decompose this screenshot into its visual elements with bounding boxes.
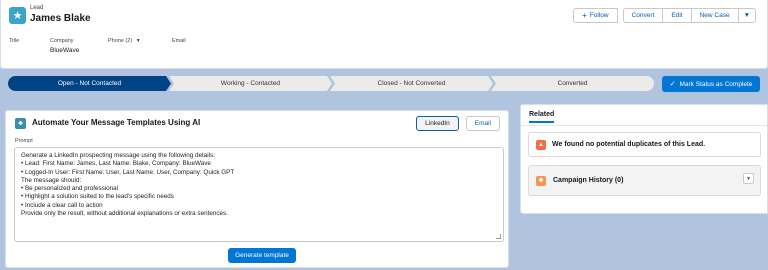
prompt-line: • Highlight a solution suited to the lea… [21, 193, 174, 201]
header-actions: + Follow Convert Edit New Case ▼ [573, 8, 756, 23]
ai-template-card: ♣ Automate Your Message Templates Using … [5, 110, 509, 268]
phone-label-text: Phone (2) [108, 38, 133, 44]
field-phone-label[interactable]: Phone (2) ▼ [108, 38, 141, 44]
record-header: ★ Lead James Blake + Follow Convert Edit… [0, 0, 768, 69]
duplicates-notice: ▲ We found no potential duplicates of th… [528, 132, 761, 157]
chevron-down-icon: ▼ [743, 12, 750, 19]
tab-email[interactable]: Email [465, 116, 500, 131]
follow-button[interactable]: + Follow [573, 8, 618, 23]
edit-button[interactable]: Edit [662, 8, 692, 23]
chevron-down-icon: ▼ [135, 38, 141, 44]
chevron-down-icon: ▼ [746, 175, 751, 182]
resize-handle-icon[interactable] [496, 234, 501, 239]
path-step-converted[interactable]: Converted [491, 76, 654, 91]
convert-button[interactable]: Convert [622, 8, 664, 23]
duplicate-warning-icon: ▲ [536, 139, 546, 150]
plus-icon: + [582, 11, 587, 20]
path-step-open[interactable]: Open - Not Contacted [8, 76, 171, 91]
prompt-line: Generate a LinkedIn prospecting message … [21, 152, 215, 159]
campaign-icon: ✺ [536, 175, 546, 186]
field-email-label: Email [172, 38, 186, 44]
follow-label: Follow [589, 12, 609, 19]
tab-divider [521, 125, 767, 126]
field-title-label: Title [9, 38, 20, 44]
field-company-value: BlueWave [50, 47, 80, 54]
more-actions-button[interactable]: ▼ [737, 8, 756, 23]
card-title: Automate Your Message Templates Using AI [32, 118, 201, 127]
prompt-line: • Lead: First Name: James, Last Name: Bl… [21, 160, 211, 168]
prompt-textarea[interactable]: Generate a LinkedIn prospecting message … [14, 147, 504, 242]
campaign-history-title[interactable]: Campaign History (0) [553, 177, 623, 184]
ai-sparkle-icon: ♣ [15, 118, 26, 129]
prompt-line: • Be personalized and professional [21, 185, 119, 193]
tab-related[interactable]: Related [529, 111, 555, 123]
prompt-line: Provide only the result, without additio… [21, 210, 228, 218]
channel-tabs: LinkedIn Email [409, 116, 500, 131]
path-step-closed[interactable]: Closed - Not Converted [330, 76, 493, 91]
record-name: James Blake [30, 13, 91, 24]
mark-complete-label: Mark Status as Complete [679, 80, 753, 88]
lead-star-icon: ★ [9, 7, 26, 24]
field-company-label: Company [50, 38, 74, 44]
related-panel: Related ▲ We found no potential duplicat… [520, 104, 768, 214]
record-type-label: Lead [30, 5, 44, 11]
check-icon: ✓ [669, 81, 676, 88]
generate-template-button[interactable]: Generate template [228, 248, 296, 263]
tab-linkedin[interactable]: LinkedIn [416, 116, 459, 131]
prompt-label: Prompt [15, 138, 33, 144]
status-path: Open - Not Contacted Working - Contacted… [8, 76, 654, 91]
new-case-button[interactable]: New Case [690, 8, 739, 23]
campaign-history-card: ✺ Campaign History (0) ▼ [528, 165, 761, 196]
duplicates-text: We found no potential duplicates of this… [552, 141, 706, 148]
path-step-working[interactable]: Working - Contacted [169, 76, 332, 91]
prompt-line: • Include a clear call to action [21, 201, 103, 209]
prompt-line: • Logged-In User: First Name: User, Last… [21, 168, 235, 176]
prompt-line: The message should: [21, 176, 82, 184]
campaign-menu-button[interactable]: ▼ [743, 173, 754, 184]
mark-status-complete-button[interactable]: ✓ Mark Status as Complete [662, 76, 760, 92]
